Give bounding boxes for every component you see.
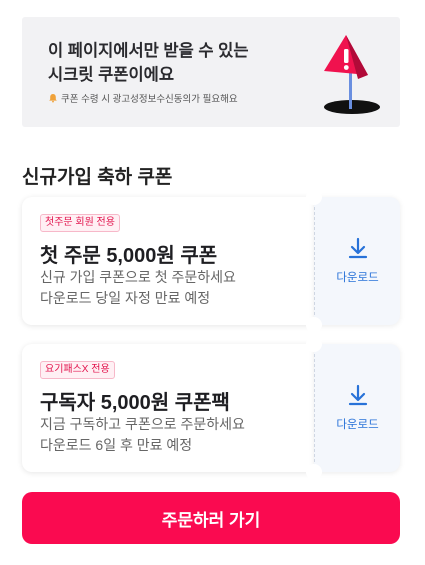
alert-flag-in-hole-icon (324, 35, 380, 114)
download-button[interactable]: 다운로드 (314, 344, 400, 472)
coupon-badge: 첫주문 회원 전용 (40, 214, 120, 232)
bell-icon (49, 94, 57, 103)
coupon-desc-line1: 신규 가입 쿠폰으로 첫 주문하세요 (40, 269, 236, 285)
coupon-info: 첫주문 회원 전용 첫 주문 5,000원 쿠폰 신규 가입 쿠폰으로 첫 주문… (22, 197, 314, 325)
coupon-description: 지금 구독하고 쿠폰으로 주문하세요 다운로드 6일 후 만료 예정 (40, 414, 245, 456)
banner-note-text: 쿠폰 수령 시 광고성정보수신동의가 필요해요 (61, 94, 238, 105)
coupon-notch (306, 464, 322, 480)
coupon-notch (306, 317, 322, 333)
coupon-desc-line1: 지금 구독하고 쿠폰으로 주문하세요 (40, 416, 245, 432)
download-label: 다운로드 (336, 419, 379, 431)
coupon-notch (306, 336, 322, 352)
coupon-desc-line2: 다운로드 6일 후 만료 예정 (40, 437, 193, 453)
coupon-desc-line2: 다운로드 당일 자정 만료 예정 (40, 290, 211, 306)
download-label: 다운로드 (336, 272, 379, 284)
coupon-notch (306, 189, 322, 205)
coupon-description: 신규 가입 쿠폰으로 첫 주문하세요 다운로드 당일 자정 만료 예정 (40, 267, 236, 309)
coupon-name: 구독자 5,000원 쿠폰팩 (40, 392, 230, 414)
go-to-order-button[interactable]: 주문하러 가기 (22, 492, 400, 544)
coupon-badge: 요기패스X 전용 (40, 361, 115, 379)
coupon-card: 요기패스X 전용 구독자 5,000원 쿠폰팩 지금 구독하고 쿠폰으로 주문하… (22, 336, 400, 480)
secret-coupon-banner: 이 페이지에서만 받을 수 있는 시크릿 쿠폰이에요 쿠폰 수령 시 광고성정보… (22, 17, 400, 127)
banner-title-line1: 이 페이지에서만 받을 수 있는 (48, 42, 249, 60)
banner-title: 이 페이지에서만 받을 수 있는 시크릿 쿠폰이에요 (48, 39, 308, 87)
banner-note: 쿠폰 수령 시 광고성정보수신동의가 필요해요 (48, 91, 238, 105)
download-icon (348, 384, 367, 406)
download-icon (348, 237, 367, 259)
banner-title-line2: 시크릿 쿠폰이에요 (48, 66, 175, 84)
coupon-card: 첫주문 회원 전용 첫 주문 5,000원 쿠폰 신규 가입 쿠폰으로 첫 주문… (22, 189, 400, 333)
coupon-name: 첫 주문 5,000원 쿠폰 (40, 245, 218, 267)
section-title: 신규가입 축하 쿠폰 (22, 167, 173, 188)
download-button[interactable]: 다운로드 (314, 197, 400, 325)
coupon-info: 요기패스X 전용 구독자 5,000원 쿠폰팩 지금 구독하고 쿠폰으로 주문하… (22, 344, 314, 472)
